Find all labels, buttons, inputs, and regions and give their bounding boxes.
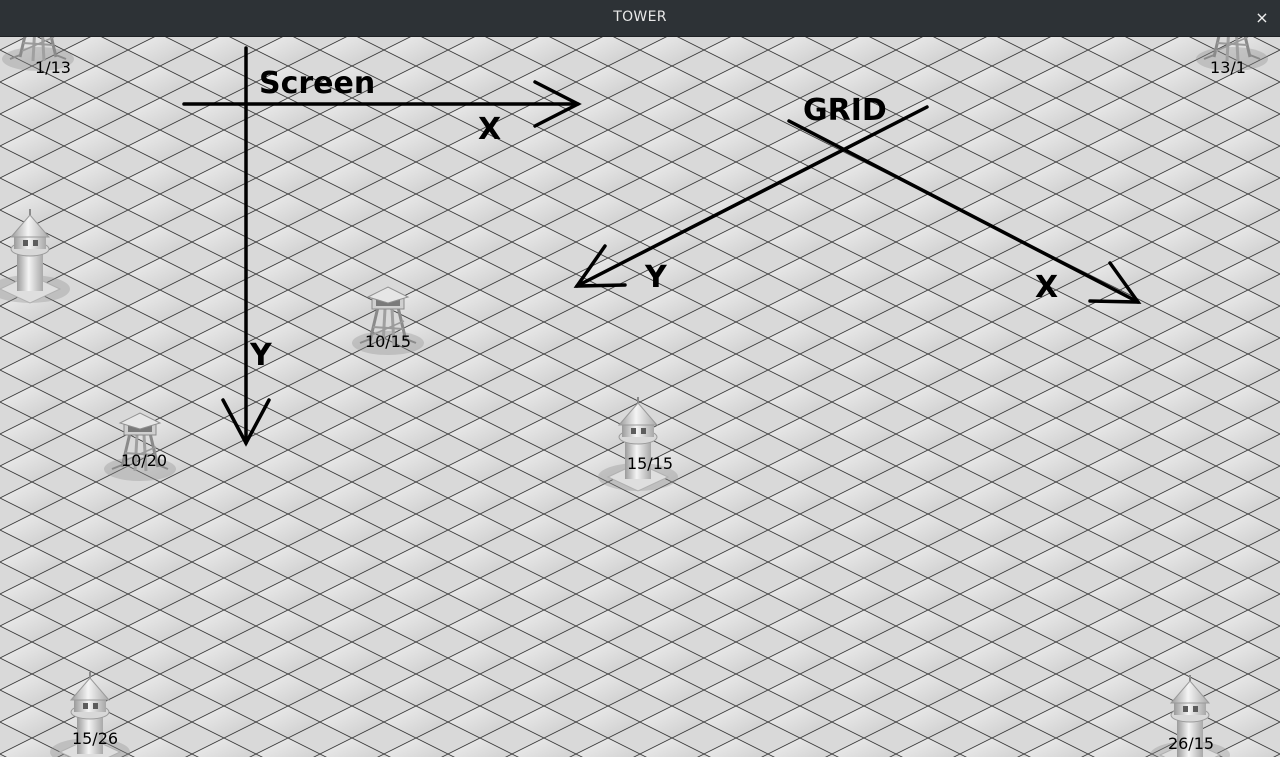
- game-viewport[interactable]: 1/13 13/1 10/15 10/20 15/15 15/26 26/15 …: [0, 37, 1280, 757]
- close-icon[interactable]: ×: [1252, 8, 1272, 28]
- tower-coord-label: 10/15: [365, 332, 411, 351]
- screen-annotation-label: Screen: [259, 66, 375, 101]
- title-bar[interactable]: TOWER ×: [0, 0, 1280, 37]
- tower-coord-label: 15/15: [627, 454, 673, 473]
- grid-x-label: X: [1035, 270, 1058, 305]
- window-title: TOWER: [613, 9, 667, 25]
- tile-floor[interactable]: [0, 37, 1280, 757]
- tower-coord-label: 15/26: [72, 729, 118, 748]
- isometric-map[interactable]: 1/13 13/1 10/15 10/20 15/15 15/26 26/15 …: [0, 37, 1280, 757]
- tower-coord-label: 10/20: [121, 451, 167, 470]
- game-window: TOWER × 1/13 13/1 10/15 10/20 15/15 15/2…: [0, 0, 1280, 757]
- grid-y-label: Y: [644, 260, 668, 295]
- tower-coord-label: 1/13: [35, 58, 71, 77]
- screen-x-label: X: [478, 112, 501, 147]
- tower-coord-label: 26/15: [1168, 734, 1214, 753]
- screen-y-label: Y: [249, 338, 273, 373]
- grid-annotation-label: GRID: [803, 93, 887, 128]
- tower-coord-label: 13/1: [1210, 58, 1246, 77]
